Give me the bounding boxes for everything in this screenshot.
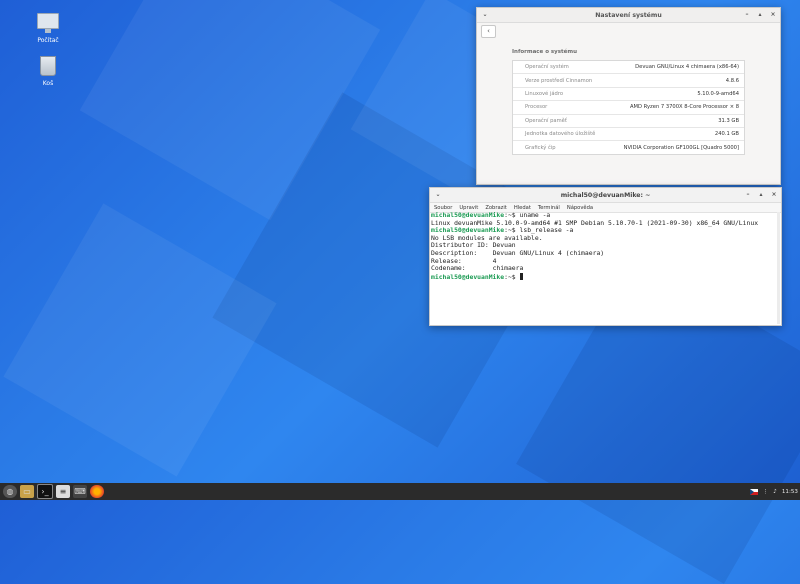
minimize-button[interactable]: – (743, 190, 753, 200)
info-value: AMD Ryzen 7 3700X 8-Core Processor × 8 (629, 104, 739, 111)
info-label: Operační paměť (525, 117, 567, 124)
info-row-cpu: Procesor AMD Ryzen 7 3700X 8-Core Process… (513, 101, 744, 115)
menu-item-file[interactable]: Soubor (434, 205, 452, 211)
info-value: 240.1 GB (714, 131, 739, 138)
volume-icon[interactable]: ♪ (773, 489, 777, 495)
info-value: NVIDIA Corporation GF100GL [Quadro 5000] (623, 144, 739, 151)
desktop-icon-label: Počítač (37, 37, 59, 44)
info-label: Verze prostředí Cinnamon (525, 77, 593, 84)
menu-item-help[interactable]: Nápověda (567, 205, 593, 211)
info-value: 5.10.0-9-amd64 (697, 90, 739, 97)
menu-item-terminal[interactable]: Terminál (538, 205, 560, 211)
close-button[interactable]: × (769, 190, 779, 200)
menu-item-view[interactable]: Zobrazit (485, 205, 507, 211)
settings-window: ⌄ Nastavení systému – ▴ × ‹ Informace o … (476, 7, 781, 185)
info-row-os: Operační systém Devuan GNU/Linux 4 chimae… (513, 61, 744, 75)
terminal-output-text: Codename: chimaera (431, 264, 524, 273)
terminal-scrollbar[interactable] (777, 212, 780, 324)
info-value: 31.3 GB (718, 117, 739, 124)
info-label: Grafický čip (525, 144, 556, 151)
info-row-gpu: Grafický čip NVIDIA Corporation GF100GL [… (513, 141, 744, 153)
info-row-memory: Operační paměť 31.3 GB (513, 115, 744, 128)
settings-title: Nastavení systému (595, 11, 662, 19)
info-row-kernel: Linuxové jádro 5.10.0-9-amd64 (513, 88, 744, 102)
info-label: Jednotka datového úložiště (525, 131, 596, 138)
taskbar: ◍ ▭ ›_ ≡ ⌨ ⋮ ♪ 11:53 (0, 483, 800, 500)
terminal-title: michal50@devuanMike: ~ (560, 191, 651, 199)
info-label: Linuxové jádro (525, 90, 564, 97)
system-tray: ⋮ ♪ 11:53 (749, 483, 798, 500)
window-menu-icon[interactable]: ⌄ (480, 10, 490, 20)
text-editor-icon[interactable]: ≡ (56, 485, 70, 498)
terminal-output[interactable]: michal50@devuanMike:~$ uname -a Linux dev… (431, 211, 773, 282)
system-info-table: Operační systém Devuan GNU/Linux 4 chimae… (512, 60, 745, 155)
terminal-window: ⌄ michal50@devuanMike: ~ – ▴ × Soubor Up… (429, 187, 782, 326)
desktop-icon-label: Koš (42, 80, 54, 87)
terminal-path: :~$ (504, 272, 520, 281)
menu-item-edit[interactable]: Upravit (459, 205, 478, 211)
info-value: Devuan GNU/Linux 4 chimaera (x86-64) (635, 64, 739, 71)
back-button[interactable]: ‹ (481, 25, 496, 38)
trash-icon (37, 56, 59, 78)
terminal-prompt: michal50@devuanMike (431, 272, 505, 281)
clock[interactable]: 11:53 (782, 489, 798, 495)
info-label: Operační systém (525, 64, 569, 71)
window-menu-icon[interactable]: ⌄ (433, 190, 443, 200)
menu-icon[interactable]: ◍ (3, 485, 17, 498)
terminal-line: michal50@devuanMike:~$ (431, 272, 773, 282)
info-value: 4.8.6 (725, 77, 739, 84)
keyboard-layout-icon[interactable] (749, 488, 758, 495)
info-row-storage: Jednotka datového úložiště 240.1 GB (513, 128, 744, 142)
computer-icon (37, 13, 59, 35)
terminal-icon[interactable]: ›_ (37, 484, 53, 499)
terminal-line: Codename: chimaera (431, 264, 773, 273)
terminal-cursor (519, 272, 524, 280)
section-title: Informace o systému (512, 49, 578, 55)
menu-item-search[interactable]: Hledat (514, 205, 531, 211)
maximize-button[interactable]: ▴ (755, 10, 765, 20)
network-icon[interactable]: ⋮ (763, 489, 769, 495)
settings-titlebar[interactable]: ⌄ Nastavení systému – ▴ × (477, 8, 780, 23)
desktop-icon-computer[interactable]: Počítač (18, 13, 78, 44)
keyboard-icon[interactable]: ⌨ (73, 485, 87, 498)
close-button[interactable]: × (768, 10, 778, 20)
desktop-icon-trash[interactable]: Koš (18, 56, 78, 87)
maximize-button[interactable]: ▴ (756, 190, 766, 200)
files-icon[interactable]: ▭ (20, 485, 34, 498)
minimize-button[interactable]: – (742, 10, 752, 20)
firefox-icon[interactable] (90, 485, 104, 498)
info-row-cinnamon: Verze prostředí Cinnamon 4.8.6 (513, 74, 744, 88)
terminal-titlebar[interactable]: ⌄ michal50@devuanMike: ~ – ▴ × (430, 188, 781, 203)
info-label: Procesor (525, 104, 548, 111)
